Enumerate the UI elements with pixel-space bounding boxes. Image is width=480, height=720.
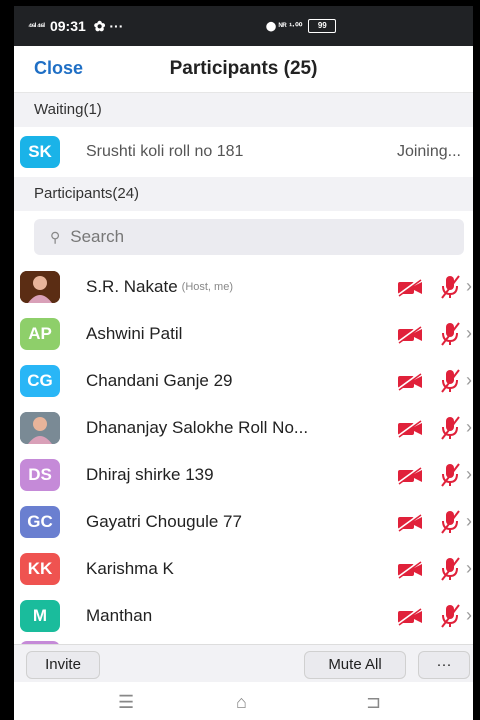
avatar: DS xyxy=(20,458,60,491)
video-off-icon xyxy=(397,372,422,391)
waiting-section-header: Waiting(1) xyxy=(14,93,473,127)
chevron-right-icon: › xyxy=(466,417,472,437)
bottom-toolbar: Invite Mute All ··· xyxy=(14,644,473,683)
avatar: KK xyxy=(20,552,60,585)
avatar: AP xyxy=(20,317,60,350)
participant-list-item[interactable]: S.R. Nakate (Host, me) › xyxy=(14,263,473,310)
mic-muted-icon xyxy=(441,416,460,440)
mic-muted-icon xyxy=(441,510,460,534)
mute-all-button[interactable]: Mute All xyxy=(304,651,406,679)
participant-name: Karishma K xyxy=(86,558,174,578)
video-off-icon xyxy=(397,278,422,297)
invite-button[interactable]: Invite xyxy=(26,651,100,679)
video-off-icon xyxy=(397,560,422,579)
menu-icon[interactable]: ☰ xyxy=(118,692,134,713)
avatar-photo xyxy=(20,411,60,444)
participant-name: Dhiraj shirke 139 xyxy=(86,464,214,484)
waiting-participant-name: Srushti koli roll no 181 xyxy=(86,143,244,160)
participant-name: Manthan xyxy=(86,605,153,625)
chevron-right-icon: › xyxy=(466,605,472,625)
system-nav-bar: ☰ ⌂ ⊐ xyxy=(14,682,473,720)
avatar: SK xyxy=(20,136,60,168)
search-icon: ⚲ xyxy=(50,228,61,245)
avatar: GC xyxy=(20,505,60,538)
participants-screen: ⁴⁶ᴵ ⁴⁶ᴵ 09:31 ✿ ··· ⬤ ᴺᴿ ¹·⁰⁰ 99 Close P… xyxy=(14,6,473,720)
mic-muted-icon xyxy=(441,322,460,346)
host-tag: (Host, me) xyxy=(181,280,233,293)
battery-icon: 99 xyxy=(308,19,337,33)
waiting-list-item[interactable]: SK Srushti koli roll no 181 Joining... xyxy=(14,127,473,177)
mic-muted-icon xyxy=(441,463,460,487)
participant-list-item[interactable]: Dhananjay Salokhe Roll No... › xyxy=(14,404,473,451)
mic-muted-icon xyxy=(441,275,460,299)
participant-name: Chandani Ganje 29 xyxy=(86,370,233,390)
clock: 09:31 xyxy=(49,18,86,34)
page-title: Participants (25) xyxy=(169,58,318,79)
participant-name: Gayatri Chougule 77 xyxy=(86,511,242,531)
participant-name: Dhananjay Salokhe Roll No... xyxy=(86,417,309,437)
chevron-right-icon: › xyxy=(466,370,472,390)
participant-list-item[interactable]: DS Dhiraj shirke 139 › xyxy=(14,451,473,498)
video-off-icon xyxy=(397,419,422,438)
mic-muted-icon xyxy=(441,604,460,628)
header: Close Participants (25) xyxy=(14,46,473,93)
avatar-photo xyxy=(20,270,60,303)
participants-section-header: Participants(24) xyxy=(14,177,473,211)
status-bar: ⁴⁶ᴵ ⁴⁶ᴵ 09:31 ✿ ··· ⬤ ᴺᴿ ¹·⁰⁰ 99 xyxy=(14,6,473,46)
mic-muted-icon xyxy=(441,369,460,393)
joining-status: Joining... xyxy=(396,143,461,160)
more-options-button[interactable]: ··· xyxy=(418,651,470,679)
search-input[interactable]: ⚲ Search xyxy=(34,219,464,255)
search-area: ⚲ Search xyxy=(14,211,473,263)
video-off-icon xyxy=(397,325,422,344)
chevron-right-icon: › xyxy=(466,511,472,531)
participant-name: Ashwini Patil xyxy=(86,323,183,343)
participant-name: S.R. Nakate xyxy=(86,276,178,296)
notification-icons: ✿ ··· xyxy=(93,17,124,34)
video-off-icon xyxy=(397,513,422,532)
participant-list-item[interactable]: M Manthan › xyxy=(14,592,473,639)
participant-list-item[interactable]: CG Chandani Ganje 29 › xyxy=(14,357,473,404)
participant-list-item[interactable]: AP Ashwini Patil › xyxy=(14,310,473,357)
video-off-icon xyxy=(397,466,422,485)
back-icon[interactable]: ⊐ xyxy=(366,692,381,713)
home-icon[interactable]: ⌂ xyxy=(236,692,247,713)
video-off-icon xyxy=(397,607,422,626)
chevron-right-icon: › xyxy=(466,464,472,484)
signal-icon: ⁴⁶ᴵ ⁴⁶ᴵ xyxy=(28,21,45,31)
participant-list-item[interactable]: KK Karishma K › xyxy=(14,545,473,592)
avatar: CG xyxy=(20,364,60,397)
chevron-right-icon: › xyxy=(466,558,472,578)
avatar: M xyxy=(20,599,60,632)
chevron-right-icon: › xyxy=(466,276,472,296)
search-placeholder: Search xyxy=(70,227,125,246)
participant-list-item[interactable]: GC Gayatri Chougule 77 › xyxy=(14,498,473,545)
network-icons: ⬤ ᴺᴿ ¹·⁰⁰ xyxy=(266,20,303,31)
mic-muted-icon xyxy=(441,557,460,581)
chevron-right-icon: › xyxy=(466,323,472,343)
participant-list: S.R. Nakate (Host, me) › AP Ashwini Patil › CG… xyxy=(14,263,473,639)
